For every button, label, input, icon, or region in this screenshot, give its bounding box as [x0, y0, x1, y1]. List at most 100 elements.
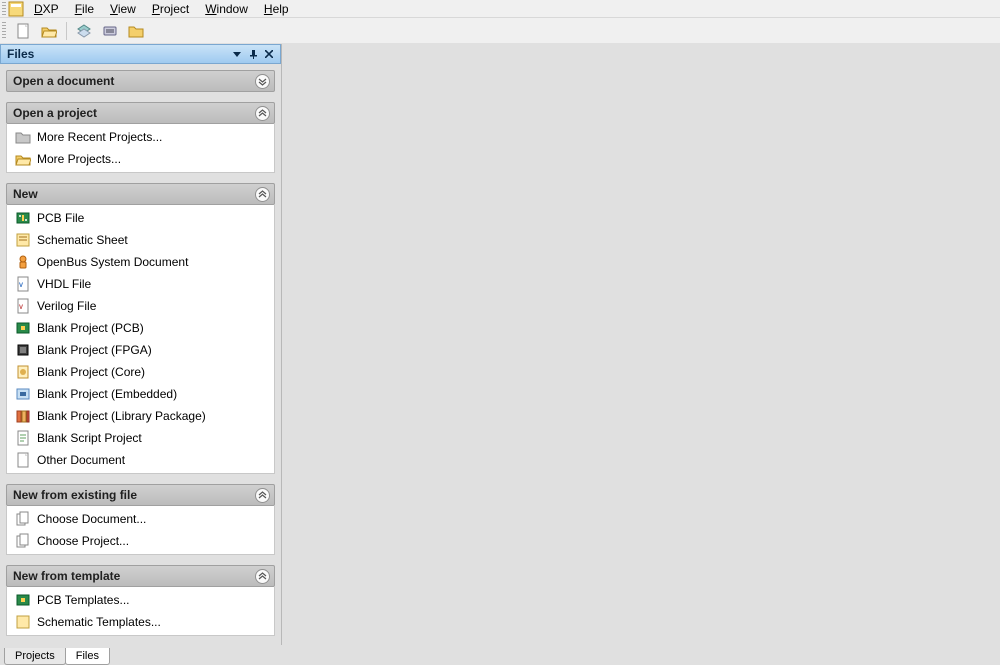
list-item-label: Choose Project... — [37, 534, 129, 548]
copy-document-icon — [15, 533, 31, 549]
list-item[interactable]: Choose Project... — [7, 530, 274, 552]
section-title: Open a project — [13, 106, 97, 120]
list-item[interactable]: Blank Project (FPGA) — [7, 339, 274, 361]
menu-view[interactable]: View — [102, 1, 144, 17]
embedded-project-icon — [15, 386, 31, 402]
workspace — [282, 44, 1000, 645]
svg-text:V: V — [19, 305, 23, 311]
collapse-icon[interactable] — [255, 488, 270, 503]
schematic-icon — [15, 232, 31, 248]
tab-projects[interactable]: Projects — [4, 648, 66, 665]
list-item-label: PCB File — [37, 211, 84, 225]
list-item[interactable]: Blank Project (PCB) — [7, 317, 274, 339]
section-header-new[interactable]: New — [6, 183, 275, 205]
list-item[interactable]: Blank Project (Embedded) — [7, 383, 274, 405]
list-item[interactable]: VVerilog File — [7, 295, 274, 317]
core-project-icon — [15, 364, 31, 380]
list-item[interactable]: OpenBus System Document — [7, 251, 274, 273]
section-items-new-from-template: PCB Templates... Schematic Templates... — [6, 587, 275, 636]
open-project-folder-button[interactable] — [125, 20, 147, 42]
menu-bar: DXP File View Project Window Help — [0, 0, 1000, 18]
list-item-label: Blank Project (PCB) — [37, 321, 144, 335]
list-item[interactable]: Blank Project (Core) — [7, 361, 274, 383]
vhdl-icon: V — [15, 276, 31, 292]
section-open-a-project: Open a project More Recent Projects... M… — [6, 102, 275, 173]
list-item[interactable]: More Recent Projects... — [7, 126, 274, 148]
files-panel: Files Open a document — [0, 44, 282, 645]
list-item-label: Schematic Sheet — [37, 233, 128, 247]
section-items-open-a-project: More Recent Projects... More Projects... — [6, 124, 275, 173]
panel-pin-icon[interactable] — [246, 47, 260, 61]
menu-grip-icon — [2, 2, 6, 16]
section-title: Open a document — [13, 74, 114, 88]
new-document-button[interactable] — [12, 20, 34, 42]
list-item[interactable]: Schematic Templates... — [7, 611, 274, 633]
list-item-label: Blank Project (Core) — [37, 365, 145, 379]
files-panel-header: Files — [0, 44, 281, 64]
menu-window[interactable]: Window — [197, 1, 256, 17]
toolbar-separator — [66, 22, 67, 40]
section-header-open-a-document[interactable]: Open a document — [6, 70, 275, 92]
section-new: New PCB File Schematic Sheet OpenBus Sys… — [6, 183, 275, 474]
list-item-label: Blank Script Project — [37, 431, 142, 445]
menu-project[interactable]: Project — [144, 1, 197, 17]
section-new-from-template: New from template PCB Templates... Schem… — [6, 565, 275, 636]
collapse-icon[interactable] — [255, 187, 270, 202]
list-item[interactable]: PCB File — [7, 207, 274, 229]
section-new-from-existing-file: New from existing file Choose Document..… — [6, 484, 275, 555]
list-item-label: Blank Project (Library Package) — [37, 409, 206, 423]
list-item-label: VHDL File — [37, 277, 91, 291]
section-title: New from template — [13, 569, 120, 583]
pcb-file-icon — [15, 592, 31, 608]
menu-file[interactable]: File — [67, 1, 102, 17]
expand-icon[interactable] — [255, 74, 270, 89]
pcb-file-icon — [15, 210, 31, 226]
list-item[interactable]: Schematic Sheet — [7, 229, 274, 251]
list-item[interactable]: Blank Script Project — [7, 427, 274, 449]
layers-button[interactable] — [73, 20, 95, 42]
list-item-label: More Projects... — [37, 152, 121, 166]
bottom-tabs: Projects Files — [0, 645, 109, 665]
list-item-label: OpenBus System Document — [37, 255, 188, 269]
list-item[interactable]: Blank Project (Library Package) — [7, 405, 274, 427]
open-button[interactable] — [38, 20, 60, 42]
main-area: Files Open a document — [0, 44, 1000, 645]
list-item[interactable]: Other Document — [7, 449, 274, 471]
library-project-icon — [15, 408, 31, 424]
list-item-label: Schematic Templates... — [37, 615, 161, 629]
toolbar — [0, 18, 1000, 44]
openbus-icon — [15, 254, 31, 270]
list-item-label: Other Document — [37, 453, 125, 467]
menu-dxp[interactable]: DXP — [26, 1, 67, 17]
section-open-a-document: Open a document — [6, 70, 275, 92]
list-item[interactable]: PCB Templates... — [7, 589, 274, 611]
list-item-label: Choose Document... — [37, 512, 146, 526]
toolbar-grip-icon — [2, 22, 6, 40]
list-item-label: More Recent Projects... — [37, 130, 162, 144]
section-header-new-from-existing-file[interactable]: New from existing file — [6, 484, 275, 506]
section-header-open-a-project[interactable]: Open a project — [6, 102, 275, 124]
files-panel-title: Files — [7, 47, 34, 61]
script-project-icon — [15, 430, 31, 446]
tab-files[interactable]: Files — [65, 648, 110, 665]
collapse-icon[interactable] — [255, 569, 270, 584]
section-header-new-from-template[interactable]: New from template — [6, 565, 275, 587]
app-icon — [8, 1, 24, 17]
section-title: New — [13, 187, 38, 201]
panel-menu-icon[interactable] — [230, 47, 244, 61]
schematic-icon — [15, 614, 31, 630]
device-view-button[interactable] — [99, 20, 121, 42]
menu-help[interactable]: Help — [256, 1, 297, 17]
fpga-project-icon — [15, 342, 31, 358]
list-item[interactable]: Choose Document... — [7, 508, 274, 530]
list-item-label: PCB Templates... — [37, 593, 129, 607]
section-title: New from existing file — [13, 488, 137, 502]
list-item[interactable]: V VHDL File — [7, 273, 274, 295]
document-icon — [15, 452, 31, 468]
list-item[interactable]: More Projects... — [7, 148, 274, 170]
collapse-icon[interactable] — [255, 106, 270, 121]
panel-close-icon[interactable] — [262, 47, 276, 61]
folder-gray-icon — [15, 129, 31, 145]
svg-text:V: V — [19, 283, 23, 289]
section-items-new-from-existing-file: Choose Document... Choose Project... — [6, 506, 275, 555]
